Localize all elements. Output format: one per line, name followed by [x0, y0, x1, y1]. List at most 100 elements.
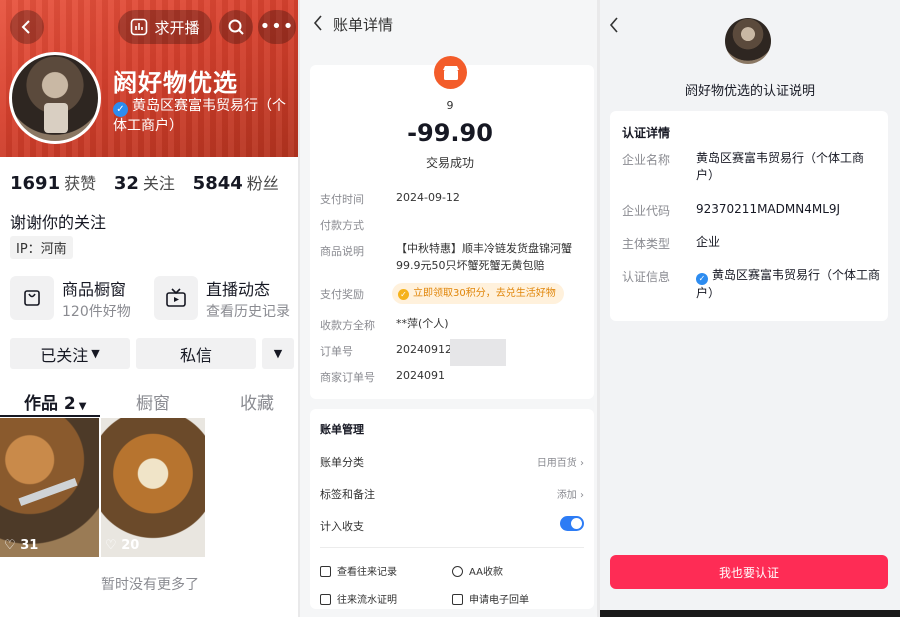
followed-button[interactable]: 已关注 ▼ [10, 338, 130, 369]
bio: 谢谢你的关注 [10, 213, 107, 232]
company-code-label: 企业代码 [622, 204, 671, 218]
profile-stats: 1691 获赞 32 关注 5844 粉丝 [10, 170, 291, 194]
caret-down-icon: ▼ [273, 347, 283, 360]
no-more-text: 暂时没有更多了 [101, 577, 199, 593]
bill-header: 账单详情 [300, 0, 600, 48]
message-label: 私信 [179, 345, 212, 365]
e-receipt-link[interactable]: 申请电子回单 [452, 591, 529, 606]
back-icon[interactable] [312, 15, 324, 31]
count-label: 计入收支 [320, 520, 364, 533]
shop-window-sub: 120件好物 [62, 304, 131, 320]
ip-location: IP：河南 [10, 236, 73, 259]
record-icon [320, 566, 331, 577]
tv-icon [154, 276, 198, 320]
page-title: 账单详情 [333, 16, 394, 34]
pay-method-label: 付款方式 [320, 219, 364, 232]
order-no-label: 订单号 [320, 345, 353, 358]
more-actions-button[interactable]: ▼ [262, 338, 294, 369]
count-toggle[interactable] [560, 516, 584, 531]
tab-underline [0, 415, 100, 417]
cert-info-value: ✓ 黄岛区赛富韦贸易行（个体工商户） [696, 268, 881, 300]
verified-name: 黄岛区赛富韦贸易行（个体工商户） [113, 98, 286, 134]
followers-label[interactable]: 粉丝 [247, 174, 279, 193]
pay-time-label: 支付时间 [320, 193, 364, 206]
company-code-value: 92370211MADMN4ML9J [696, 202, 841, 216]
chevron-right-icon: › [580, 458, 584, 469]
redaction-block [450, 339, 506, 366]
shop-window-title: 商品橱窗 [62, 280, 127, 299]
verified-check-icon: ✓ [696, 273, 708, 285]
heart-icon: ♡ [4, 538, 16, 553]
avatar[interactable] [9, 52, 101, 144]
request-live-label: 求开播 [154, 18, 200, 37]
document-icon [320, 594, 331, 605]
flow-proof-link[interactable]: 往来流水证明 [320, 591, 397, 606]
verified-info[interactable]: ✓ 黄岛区赛富韦贸易行（个体工商户） [113, 97, 293, 136]
live-feed-title: 直播动态 [206, 280, 271, 299]
merchant-order-label: 商家订单号 [320, 371, 375, 384]
heart-icon: ♡ [105, 538, 117, 553]
followed-label: 已关注 [40, 345, 89, 365]
likes-count: 1691 [10, 173, 61, 194]
certification-panel: 阏好物优选的认证说明 认证详情 企业名称 黄岛区赛富韦贸易行（个体工商户） 企业… [600, 0, 900, 617]
followers-count[interactable]: 5844 [193, 173, 243, 194]
back-icon[interactable] [608, 17, 620, 33]
shop-bag-icon [10, 276, 54, 320]
back-button[interactable] [10, 10, 44, 44]
payee-label: 收款方全称 [320, 319, 375, 332]
shop-window-entry[interactable]: 商品橱窗 120件好物 [10, 276, 140, 322]
company-name-label: 企业名称 [622, 153, 671, 167]
mail-icon [452, 594, 463, 605]
more-dots-icon: ••• [259, 16, 295, 37]
live-feed-entry[interactable]: 直播动态 查看历史记录 [154, 276, 294, 322]
reward-label: 支付奖励 [320, 288, 364, 301]
reward-badge[interactable]: ✓ 立即领取30积分，去兑生活好物 [392, 283, 564, 304]
home-indicator-bar [600, 610, 900, 617]
likes-label: 获赞 [64, 174, 97, 193]
entity-type-value: 企业 [696, 235, 721, 249]
category-label: 账单分类 [320, 456, 364, 469]
pay-time-value: 2024-09-12 [396, 191, 460, 204]
caret-down-icon: ▼ [91, 347, 100, 360]
following-count[interactable]: 32 [114, 173, 139, 194]
video-likes: ♡ 31 [4, 538, 39, 553]
cert-info-label: 认证信息 [622, 270, 671, 284]
bill-panel: 账单详情 9 -99.90 交易成功 支付时间 2024-09-12 付款方式 … [300, 0, 600, 617]
search-button[interactable] [219, 10, 253, 44]
section-title: 认证详情 [622, 126, 671, 140]
coin-icon: ✓ [398, 289, 409, 300]
live-feed-sub: 查看历史记录 [206, 304, 290, 320]
divider [320, 547, 584, 548]
tab-works[interactable]: 作品 2 ▼ [24, 389, 86, 414]
more-button[interactable]: ••• [258, 10, 296, 44]
history-link[interactable]: 查看往来记录 [320, 563, 397, 578]
category-value[interactable]: 日用百货 › [537, 454, 584, 469]
tab-favorites[interactable]: 收藏 [240, 389, 274, 414]
video-thumbnail[interactable]: ♡ 20 [101, 418, 205, 557]
profile-tabs: 作品 2 ▼ 橱窗 收藏 [0, 389, 300, 417]
following-label[interactable]: 关注 [143, 174, 175, 193]
avatar [725, 18, 771, 64]
payee-value: **萍(个人) [396, 317, 449, 330]
merchant-name: 9 [446, 99, 454, 112]
verified-check-icon: ✓ [113, 102, 128, 117]
nickname: 阏好物优选 [113, 69, 238, 97]
page-title: 阏好物优选的认证说明 [684, 84, 815, 99]
request-live-button[interactable]: 求开播 [118, 10, 212, 44]
caret-down-icon: ▼ [78, 401, 87, 412]
apply-cert-button[interactable]: 我也要认证 [610, 555, 888, 589]
message-button[interactable]: 私信 [136, 338, 256, 369]
product-desc-label: 商品说明 [320, 245, 364, 258]
management-title: 账单管理 [320, 423, 364, 436]
search-icon [228, 19, 244, 35]
aa-link[interactable]: AA收款 [452, 563, 503, 578]
live-chart-icon [131, 18, 148, 36]
bill-management-card [310, 409, 594, 609]
transaction-status: 交易成功 [425, 156, 474, 170]
tab-window[interactable]: 橱窗 [136, 389, 170, 414]
company-name-value: 黄岛区赛富韦贸易行（个体工商户） [696, 151, 865, 182]
entity-type-label: 主体类型 [622, 237, 671, 251]
tag-value[interactable]: 添加 › [557, 486, 584, 501]
video-thumbnail[interactable]: ♡ 31 [0, 418, 99, 557]
merchant-order-value: 2024091 [396, 369, 445, 382]
